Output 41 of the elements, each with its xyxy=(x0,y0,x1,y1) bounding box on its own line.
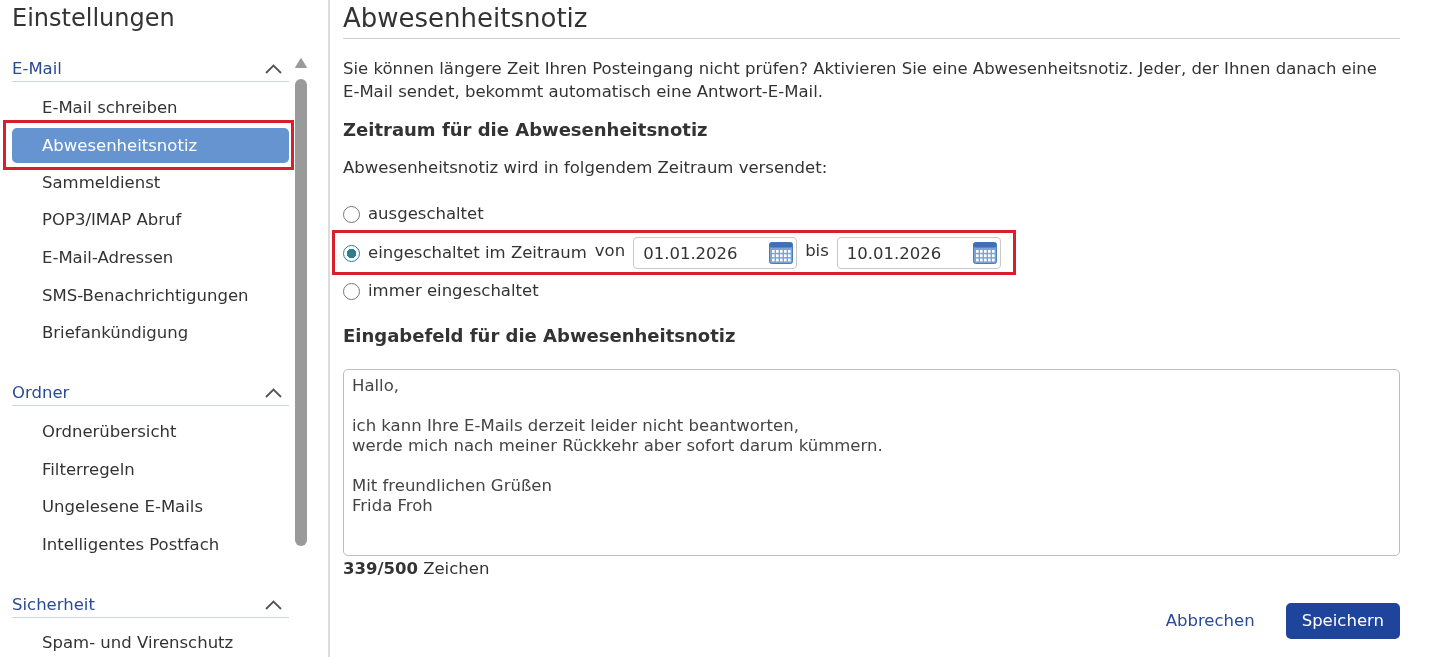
sidebar-item[interactable]: POP3/IMAP Abruf xyxy=(42,211,182,230)
section-heading: Zeitraum für die Abwesenheitsnotiz xyxy=(343,119,709,141)
sidebar-item[interactable]: Sammeldienst xyxy=(42,173,161,192)
calendar-icon[interactable] xyxy=(769,242,794,264)
save-button[interactable]: Speichern xyxy=(1285,603,1400,639)
sidebar-item[interactable]: E-Mail schreiben xyxy=(42,98,178,117)
scroll-up-arrow-icon[interactable] xyxy=(295,58,307,68)
radio-label[interactable]: ausgeschaltet xyxy=(368,201,484,227)
caption-text: Abwesenheitsnotiz wird in folgendem Zeitraum versendet: xyxy=(343,157,829,179)
sidebar-item[interactable]: Ordnerübersicht xyxy=(42,422,177,441)
page-title: Abwesenheitsnotiz xyxy=(343,0,1400,39)
sidebar-item[interactable]: E-Mail-Adressen xyxy=(42,249,174,268)
sidebar-title: Einstellungen xyxy=(11,3,176,33)
message-field[interactable]: Hallo, ich kann Ihre E-Mails derzeit leider nicht beantworten, werde mich nach meiner Rückkehr aber sofort darum kümmern. Mit freundlichen Grüßen Frida Froh xyxy=(343,369,1400,556)
chevron-up-icon[interactable] xyxy=(265,388,282,399)
radio-label[interactable]: immer eingeschaltet xyxy=(368,278,539,304)
section-heading: Eingabefeld für die Abwesenheitsnotiz xyxy=(343,325,737,347)
date-field[interactable]: 10.01.2026 xyxy=(836,237,1001,269)
section-header[interactable]: Sicherheit xyxy=(12,592,289,618)
section-header[interactable]: E-Mail xyxy=(12,57,289,82)
scrollbar-thumb[interactable] xyxy=(295,79,307,546)
sidebar-item[interactable]: Ungelesene E-Mails xyxy=(42,498,203,517)
sidebar-item[interactable]: Filterregeln xyxy=(42,460,135,479)
chevron-up-icon[interactable] xyxy=(265,64,282,74)
section-header[interactable]: Ordner xyxy=(12,381,289,407)
radio-button[interactable] xyxy=(343,282,360,300)
radio-button[interactable] xyxy=(343,205,360,223)
sidebar-item[interactable]: Briefankündigung xyxy=(42,324,189,343)
radio-button[interactable] xyxy=(343,244,360,262)
character-count: 339/500 Zeichen xyxy=(343,559,491,579)
calendar-icon[interactable] xyxy=(972,242,997,264)
date-field[interactable]: 01.01.2026 xyxy=(633,237,798,269)
from-label: von xyxy=(594,239,626,262)
sidebar-item[interactable]: SMS-Benachrichtigungen xyxy=(42,286,249,305)
chevron-up-icon[interactable] xyxy=(265,599,282,610)
to-label: bis xyxy=(805,239,829,262)
intro-text: Sie können längere Zeit Ihren Posteingang nicht prüfen? Aktivieren Sie eine Abwesenheitsnotiz. Jeder, der Ihnen danach eine E-Mail sendet, bekommt automatisch eine Antwort-E-Mail. xyxy=(343,58,1378,103)
cancel-link[interactable]: Abbrechen xyxy=(1165,608,1255,634)
sidebar-item[interactable]: Spam- und Virenschutz xyxy=(42,634,234,653)
radio-label[interactable]: eingeschaltet im Zeitraum xyxy=(368,240,587,266)
sidebar-item[interactable]: Intelligentes Postfach xyxy=(42,535,220,554)
